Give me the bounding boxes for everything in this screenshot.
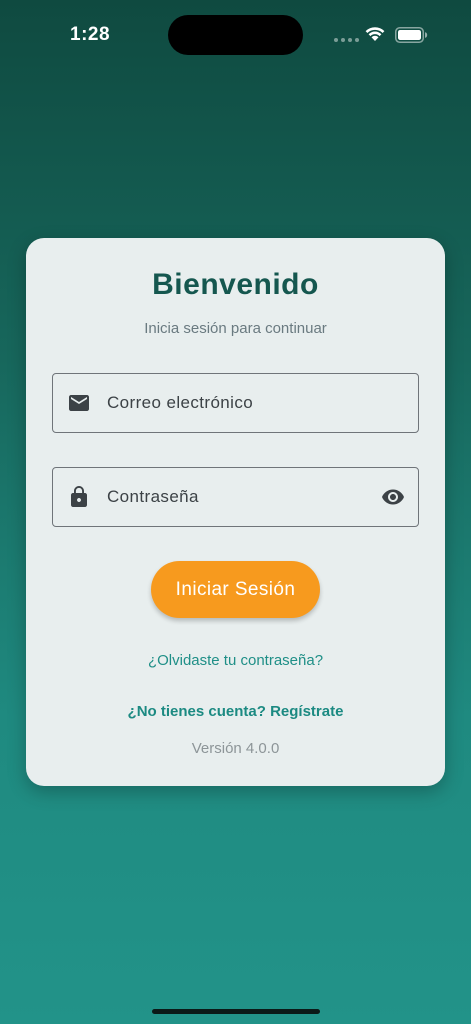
signal-dots-icon	[334, 38, 359, 42]
wifi-icon	[365, 27, 385, 41]
version-label: Versión 4.0.0	[191, 740, 280, 757]
register-link[interactable]: ¿No tienes cuenta? Regístrate	[26, 703, 445, 720]
page-title: Bienvenido	[152, 268, 319, 301]
email-input[interactable]	[107, 374, 367, 432]
password-field[interactable]	[52, 467, 419, 527]
login-card: Bienvenido Inicia sesión para continuar …	[26, 238, 445, 786]
email-field[interactable]	[52, 373, 419, 433]
forgot-password-link[interactable]: ¿Olvidaste tu contraseña?	[26, 652, 445, 669]
dynamic-island	[168, 15, 303, 55]
mail-icon	[69, 395, 89, 411]
battery-icon	[395, 27, 428, 43]
home-indicator[interactable]	[152, 1009, 320, 1014]
subtitle: Inicia sesión para continuar	[144, 320, 327, 337]
lock-icon	[71, 486, 87, 507]
status-time: 1:28	[70, 24, 111, 45]
password-input[interactable]	[107, 468, 367, 526]
login-button[interactable]: Iniciar Sesión	[151, 561, 320, 618]
eye-icon[interactable]	[380, 485, 406, 509]
status-bar: 1:28	[0, 0, 471, 70]
